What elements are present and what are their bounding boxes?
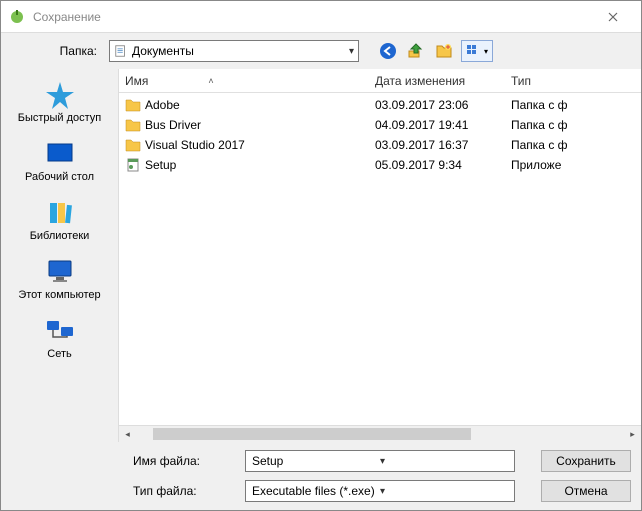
file-name: Bus Driver <box>145 118 201 132</box>
sidebar-item-this-pc[interactable]: Этот компьютер <box>3 252 116 309</box>
filetype-label: Тип файла: <box>133 484 245 498</box>
computer-icon <box>44 256 76 286</box>
up-button[interactable] <box>405 40 427 62</box>
file-name: Setup <box>145 158 176 172</box>
chevron-down-icon: ▾ <box>484 47 488 56</box>
back-button[interactable] <box>377 40 399 62</box>
view-menu-button[interactable]: ▾ <box>461 40 493 62</box>
sidebar-item-libraries[interactable]: Библиотеки <box>3 193 116 250</box>
file-type: Приложе <box>511 158 641 172</box>
cancel-button[interactable]: Отмена <box>541 480 631 502</box>
file-row[interactable]: Bus Driver 04.09.2017 19:41Папка с ф <box>125 115 641 135</box>
filename-label: Имя файла: <box>133 454 245 468</box>
file-type: Папка с ф <box>511 118 641 132</box>
column-header-date[interactable]: Дата изменения <box>375 74 511 88</box>
scroll-thumb[interactable] <box>153 428 471 440</box>
horizontal-scrollbar[interactable]: ◂ ▸ <box>119 425 641 442</box>
exe-icon <box>125 157 141 173</box>
file-name: Visual Studio 2017 <box>145 138 245 152</box>
libraries-icon <box>44 197 76 227</box>
chevron-down-icon: ▾ <box>380 486 508 497</box>
sort-indicator-icon: ˄ <box>208 76 213 86</box>
folder-dropdown[interactable]: Документы ▾ <box>109 40 359 62</box>
scroll-track[interactable] <box>153 426 607 443</box>
bottom-panel: Имя файла: Setup ▾ Тип файла: Executable… <box>1 442 641 510</box>
filename-input[interactable]: Setup ▾ <box>245 450 515 472</box>
file-row[interactable]: Adobe 03.09.2017 23:06Папка с ф <box>125 95 641 115</box>
documents-icon <box>114 44 128 58</box>
file-row[interactable]: Setup 05.09.2017 9:34Приложе <box>125 155 641 175</box>
save-button[interactable]: Сохранить <box>541 450 631 472</box>
places-sidebar: Быстрый доступ Рабочий стол Библиотеки Э… <box>1 69 119 442</box>
save-dialog: Сохранение Папка: Документы ▾ <box>0 0 642 511</box>
file-date: 04.09.2017 19:41 <box>375 118 511 132</box>
file-type: Папка с ф <box>511 138 641 152</box>
column-headers: Имя ˄ Дата изменения Тип <box>119 69 641 93</box>
chevron-down-icon: ▾ <box>380 456 508 467</box>
main-area: Быстрый доступ Рабочий стол Библиотеки Э… <box>1 69 641 442</box>
file-list[interactable]: Adobe03.09.2017 23:06Папка с фBus Driver… <box>119 93 641 425</box>
file-row[interactable]: Visual Studio 2017 03.09.2017 16:37Папка … <box>125 135 641 155</box>
scroll-right-button[interactable]: ▸ <box>624 426 641 443</box>
file-type: Папка с ф <box>511 98 641 112</box>
folder-toolbar: Папка: Документы ▾ ▾ <box>1 33 641 69</box>
file-date: 05.09.2017 9:34 <box>375 158 511 172</box>
filetype-dropdown[interactable]: Executable files (*.exe) ▾ <box>245 480 515 502</box>
window-title: Сохранение <box>33 10 593 24</box>
file-date: 03.09.2017 23:06 <box>375 98 511 112</box>
file-date: 03.09.2017 16:37 <box>375 138 511 152</box>
folder-name: Документы <box>132 44 349 58</box>
folder-icon <box>125 117 141 133</box>
sidebar-item-quick-access[interactable]: Быстрый доступ <box>3 75 116 132</box>
folder-label: Папка: <box>11 44 103 58</box>
network-icon <box>44 315 76 345</box>
column-header-name[interactable]: Имя ˄ <box>125 74 375 88</box>
close-button[interactable] <box>593 3 633 31</box>
file-list-area: Имя ˄ Дата изменения Тип Adobe 03.09.2017… <box>119 69 641 442</box>
scroll-left-button[interactable]: ◂ <box>119 426 136 443</box>
titlebar: Сохранение <box>1 1 641 33</box>
nav-icons: ▾ <box>377 40 493 62</box>
folder-icon <box>125 137 141 153</box>
column-header-type[interactable]: Тип <box>511 74 641 88</box>
sidebar-item-network[interactable]: Сеть <box>3 311 116 368</box>
sidebar-item-desktop[interactable]: Рабочий стол <box>3 134 116 191</box>
star-icon <box>44 79 76 109</box>
new-folder-button[interactable] <box>433 40 455 62</box>
file-name: Adobe <box>145 98 180 112</box>
app-icon <box>9 9 25 25</box>
desktop-icon <box>44 138 76 168</box>
chevron-down-icon: ▾ <box>349 46 354 57</box>
folder-icon <box>125 97 141 113</box>
